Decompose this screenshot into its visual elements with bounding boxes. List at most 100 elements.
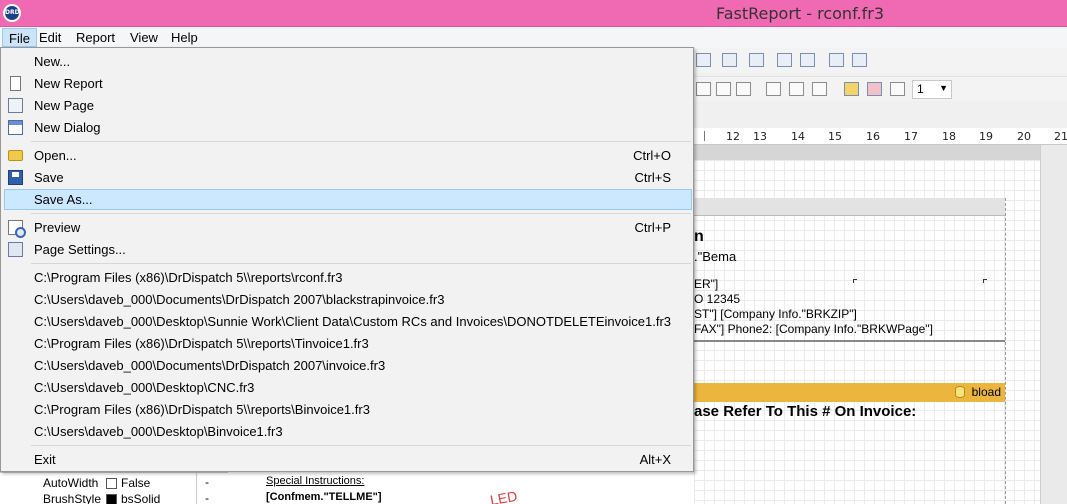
fill-color-icon[interactable] — [844, 82, 859, 96]
menu-separator — [31, 445, 691, 446]
menu-item-new-dialog[interactable]: New Dialog — [4, 117, 692, 138]
recent-file-item[interactable]: C:\Program Files (x86)\DrDispatch 5\\rep… — [4, 399, 692, 420]
new-page-icon — [8, 98, 23, 113]
ruler-tick: 18 — [942, 130, 956, 143]
frame-right-icon[interactable] — [716, 82, 731, 96]
menu-item-new[interactable]: New... — [4, 51, 692, 72]
vertical-scrollbar[interactable] — [1040, 145, 1067, 504]
recent-file-path: C:\Program Files (x86)\DrDispatch 5\\rep… — [34, 336, 369, 351]
menu-item-label: Exit — [34, 452, 56, 467]
menu-item-label: Save As... — [34, 192, 93, 207]
frame-left-icon[interactable] — [696, 82, 711, 96]
alignment-toolbar — [694, 48, 1067, 73]
menu-view[interactable]: View — [124, 28, 164, 47]
ruler-tick: 14 — [791, 130, 805, 143]
memo-zip[interactable]: O 12345 — [694, 292, 740, 306]
recent-file-item[interactable]: C:\Users\daveb_000\Desktop\CNC.fr3 — [4, 377, 692, 398]
menu-report[interactable]: Report — [70, 28, 121, 47]
frame-none-icon[interactable] — [789, 82, 804, 96]
menu-item-preview[interactable]: Preview Ctrl+P — [4, 217, 692, 238]
window-title: FastReport - rconf.fr3 — [715, 4, 885, 23]
property-value[interactable]: False — [121, 476, 150, 490]
frame-width-value: 1 — [917, 82, 924, 96]
recent-file-item[interactable]: C:\Program Files (x86)\DrDispatch 5\\rep… — [4, 267, 692, 288]
file-menu-dropdown: New... New Report New Page New Dialog Op… — [0, 47, 694, 472]
menu-bar: File Edit Report View Help — [0, 27, 1067, 48]
menu-item-page-settings[interactable]: Page Settings... — [4, 239, 692, 260]
data-band-header[interactable]: bload — [694, 383, 1005, 402]
menu-separator — [31, 263, 691, 264]
shadow-icon[interactable] — [812, 82, 827, 96]
menu-item-new-page[interactable]: New Page — [4, 95, 692, 116]
center-horizontal-icon[interactable] — [777, 53, 792, 67]
ruler-tick: 17 — [904, 130, 918, 143]
recent-file-item[interactable]: C:\Users\daveb_000\Documents\DrDispatch … — [4, 355, 692, 376]
special-instructions-label[interactable]: Special Instructions: — [266, 475, 364, 487]
confmem-field[interactable]: [Confmem."TELLME"] — [266, 491, 382, 503]
side-mark: - — [205, 475, 209, 489]
recent-file-item[interactable]: C:\Users\daveb_000\Desktop\Binvoice1.fr3 — [4, 421, 692, 442]
recent-file-path: C:\Users\daveb_000\Documents\DrDispatch … — [34, 358, 386, 373]
frame-toolbar: 1 ▼ — [694, 76, 1067, 101]
memo-er[interactable]: ER"] — [694, 277, 718, 291]
menu-item-shortcut: Ctrl+P — [634, 220, 671, 235]
memo-brkzip[interactable]: ST"] [Company Info."BRKZIP"] — [694, 307, 857, 321]
same-height-icon[interactable] — [852, 53, 867, 67]
menu-separator — [31, 213, 691, 214]
color-swatch — [106, 478, 117, 489]
menu-item-shortcut: Alt+X — [639, 452, 671, 467]
space-horizontal-icon[interactable] — [722, 53, 737, 67]
report-heading[interactable]: n — [694, 228, 704, 246]
cancelled-stamp: LED — [488, 487, 519, 504]
menu-edit[interactable]: Edit — [33, 28, 67, 47]
database-icon — [955, 386, 965, 398]
object-inspector: AutoWidth False BrushStyle bsSolid - - — [0, 472, 228, 504]
property-value[interactable]: bsSolid — [121, 492, 160, 504]
frame-all-icon[interactable] — [766, 82, 781, 96]
menu-item-shortcut: Ctrl+O — [633, 148, 671, 163]
menu-item-label: Save — [34, 170, 64, 185]
menu-item-label: Page Settings... — [34, 242, 126, 257]
recent-file-item[interactable]: C:\Users\daveb_000\Desktop\Sunnie Work\C… — [4, 311, 692, 332]
space-vertical-icon[interactable] — [749, 53, 764, 67]
menu-item-save[interactable]: Save Ctrl+S — [4, 167, 692, 188]
center-vertical-icon[interactable] — [800, 53, 815, 67]
recent-file-path: C:\Program Files (x86)\DrDispatch 5\\rep… — [34, 402, 370, 417]
menu-separator — [31, 141, 691, 142]
please-refer-text[interactable]: ase Refer To This # On Invoice: — [694, 403, 916, 420]
inspector-side-column: - - — [196, 473, 216, 504]
recent-file-path: C:\Users\daveb_000\Desktop\Binvoice1.fr3 — [34, 424, 283, 439]
save-disk-icon — [8, 170, 23, 185]
recent-file-item[interactable]: C:\Users\daveb_000\Documents\DrDispatch … — [4, 289, 692, 310]
align-bottom-icon[interactable] — [696, 53, 711, 67]
color-swatch — [106, 494, 117, 504]
property-name: AutoWidth — [43, 476, 99, 490]
inspector-row[interactable]: BrushStyle bsSolid — [0, 491, 228, 504]
inspector-row[interactable]: AutoWidth False — [0, 475, 228, 491]
menu-file[interactable]: File — [2, 28, 37, 47]
frame-style-icon[interactable] — [890, 82, 905, 96]
recent-file-item[interactable]: C:\Program Files (x86)\DrDispatch 5\\rep… — [4, 333, 692, 354]
menu-item-new-report[interactable]: New Report — [4, 73, 692, 94]
ruler-tick: 21 — [1054, 130, 1067, 143]
frame-top-icon[interactable] — [736, 82, 751, 96]
menu-item-label: New Page — [34, 98, 94, 113]
menu-item-open[interactable]: Open... Ctrl+O — [4, 145, 692, 166]
recent-file-path: C:\Users\daveb_000\Desktop\CNC.fr3 — [34, 380, 255, 395]
frame-color-icon[interactable] — [867, 82, 882, 96]
menu-item-shortcut: Ctrl+S — [634, 170, 671, 185]
band-separator — [694, 340, 1005, 342]
recent-file-path: C:\Users\daveb_000\Documents\DrDispatch … — [34, 292, 445, 307]
menu-help[interactable]: Help — [165, 28, 204, 47]
recent-file-path: C:\Users\daveb_000\Desktop\Sunnie Work\C… — [34, 314, 672, 329]
frame-width-combo[interactable]: 1 ▼ — [912, 80, 952, 99]
memo-bema[interactable]: ."Bema — [694, 249, 736, 264]
same-width-icon[interactable] — [829, 53, 844, 67]
report-canvas-left: Special Instructions: [Confmem."TELLME"]… — [228, 472, 694, 504]
page-header-band[interactable] — [694, 198, 1005, 216]
memo-phone2[interactable]: FAX"] Phone2: [Company Info."BRKWPage"] — [694, 322, 933, 336]
menu-item-exit[interactable]: Exit Alt+X — [4, 449, 692, 470]
menu-item-save-as[interactable]: Save As... — [4, 189, 692, 210]
chevron-down-icon: ▼ — [939, 83, 948, 93]
new-dialog-icon — [8, 120, 23, 135]
